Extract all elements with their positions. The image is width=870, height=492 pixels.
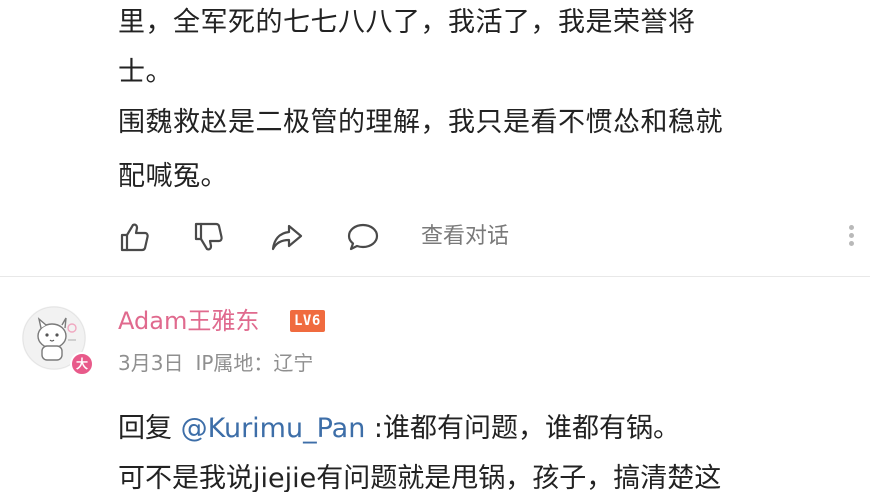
reply-prefix: 回复 (118, 413, 181, 444)
vip-badge: 大 (70, 352, 94, 376)
reply-text: :谁都有问题，谁都有锅。 (365, 413, 680, 444)
thumbs-up-icon[interactable] (118, 220, 152, 254)
comment-date: 3月3日 (118, 351, 184, 375)
comment-line: 士。 (118, 57, 173, 88)
share-icon[interactable] (270, 220, 304, 254)
avatar[interactable]: 大 (22, 306, 94, 376)
comment-thread: 里，全军死的七七八八了，我活了，我是荣誉将 士。 围魏救赵是二极管的理解，我只是… (0, 0, 870, 492)
reply-line: 回复 @Kurimu_Pan :谁都有问题，谁都有锅。 (118, 404, 858, 454)
more-vertical-icon[interactable] (844, 222, 858, 252)
comment-line: 配喊冤。 (118, 161, 228, 192)
mention-link[interactable]: @Kurimu_Pan (181, 413, 366, 444)
comment-actions: 查看对话 (118, 214, 854, 260)
comment-meta: 3月3日 IP属地：辽宁 (118, 350, 313, 376)
level-badge: LV6 (290, 310, 325, 332)
comment-icon[interactable] (346, 220, 380, 254)
reply-body: 回复 @Kurimu_Pan :谁都有问题，谁都有锅。 可不是我说jiejie有… (118, 404, 858, 492)
reply-line: 可不是我说jiejie有问题就是甩锅，孩子，搞清楚这 (118, 463, 722, 492)
comment-line: 里，全军死的七七八八了，我活了，我是荣誉将 (118, 7, 696, 38)
thumbs-down-icon[interactable] (192, 220, 226, 254)
ip-location: IP属地：辽宁 (195, 351, 314, 375)
divider (0, 276, 870, 277)
view-conversation-link[interactable]: 查看对话 (421, 222, 509, 252)
comment-line: 围魏救赵是二极管的理解，我只是看不惯怂和稳就 (118, 107, 723, 138)
username[interactable]: Adam王雅东 (118, 306, 259, 336)
